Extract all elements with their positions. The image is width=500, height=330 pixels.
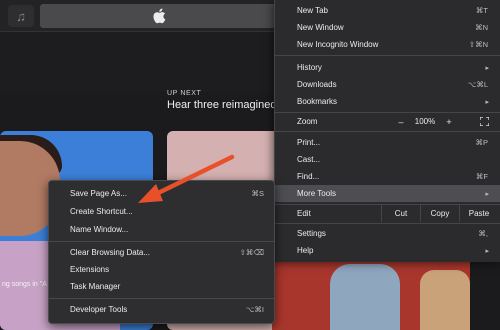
copy-button[interactable]: Copy — [420, 205, 459, 222]
zoom-out-button[interactable]: – — [391, 117, 411, 127]
menu-item-help[interactable]: Help ▸ — [275, 242, 500, 259]
menu-item-label: Edit — [297, 209, 311, 218]
submenu-item-shortcut: ⌥⌘I — [245, 305, 264, 314]
menu-item-print[interactable]: Print... ⌘P — [275, 134, 500, 151]
submenu-item-shortcut: ⇧⌘⌫ — [239, 248, 264, 257]
submenu-item-developer-tools[interactable]: Developer Tools ⌥⌘I — [49, 301, 274, 318]
menu-separator — [275, 131, 500, 132]
submenu-item-shortcut: ⌘S — [251, 189, 264, 198]
chevron-right-icon: ▸ — [485, 247, 489, 255]
chrome-main-menu: New Tab ⌘T New Window ⌘N New Incognito W… — [274, 0, 500, 262]
menu-item-cast[interactable]: Cast... — [275, 151, 500, 168]
menu-item-bookmarks[interactable]: Bookmarks ▸ — [275, 93, 500, 110]
more-tools-submenu: Save Page As... ⌘S Create Shortcut... Na… — [48, 180, 275, 324]
submenu-item-clear-browsing-data[interactable]: Clear Browsing Data... ⇧⌘⌫ — [49, 244, 274, 261]
menu-item-label: Bookmarks — [297, 97, 338, 106]
menu-item-shortcut: ⌘T — [475, 6, 488, 15]
up-next-title[interactable]: Hear three reimagined — [167, 99, 276, 111]
menu-item-zoom: Zoom – 100% + — [275, 113, 500, 130]
menu-item-label: New Tab — [297, 6, 328, 15]
menu-item-downloads[interactable]: Downloads ⌥⌘L — [275, 76, 500, 93]
menu-item-new-incognito-window[interactable]: New Incognito Window ⇧⌘N — [275, 36, 500, 53]
menu-item-label: More Tools — [297, 189, 336, 198]
menu-item-new-tab[interactable]: New Tab ⌘T — [275, 2, 500, 19]
up-next-label: UP NEXT — [167, 90, 202, 97]
paste-button[interactable]: Paste — [459, 205, 498, 222]
chevron-right-icon: ▸ — [485, 190, 489, 198]
submenu-item-label: Save Page As... — [70, 189, 127, 198]
submenu-item-extensions[interactable]: Extensions — [49, 261, 274, 278]
submenu-item-label: Developer Tools — [70, 305, 128, 314]
submenu-item-name-window[interactable]: Name Window... — [49, 221, 274, 238]
menu-item-edit: Edit Cut Copy Paste — [275, 205, 500, 222]
fullscreen-icon[interactable] — [480, 117, 489, 126]
submenu-item-label: Extensions — [70, 265, 110, 274]
chevron-right-icon: ▸ — [485, 64, 489, 72]
menu-separator — [275, 55, 500, 56]
artwork-figure — [330, 264, 400, 330]
now-playing-area[interactable] — [40, 4, 278, 28]
tile-caption: ng songs in "A — [2, 281, 47, 288]
music-note-icon[interactable]: ♫ — [8, 5, 34, 27]
submenu-item-label: Clear Browsing Data... — [70, 248, 151, 257]
menu-item-label: History — [297, 63, 322, 72]
menu-item-shortcut: ⌘N — [475, 23, 488, 32]
submenu-separator — [49, 241, 274, 242]
submenu-item-save-page-as[interactable]: Save Page As... ⌘S — [49, 185, 274, 202]
menu-item-label: Settings — [297, 229, 326, 238]
menu-item-shortcut: ⌘, — [478, 229, 488, 238]
edit-buttons: Cut Copy Paste — [381, 205, 498, 222]
submenu-item-label: Create Shortcut... — [70, 207, 133, 216]
menu-item-shortcut: ⌘P — [475, 138, 488, 147]
menu-item-label: Find... — [297, 172, 320, 181]
menu-item-settings[interactable]: Settings ⌘, — [275, 225, 500, 242]
menu-item-label: New Incognito Window — [297, 40, 379, 49]
menu-item-label: Help — [297, 246, 314, 255]
menu-item-shortcut: ⇧⌘N — [468, 40, 488, 49]
menu-item-more-tools[interactable]: More Tools ▸ — [275, 185, 500, 202]
menu-item-new-window[interactable]: New Window ⌘N — [275, 19, 500, 36]
menu-item-find[interactable]: Find... ⌘F — [275, 168, 500, 185]
submenu-separator — [49, 298, 274, 299]
cut-button[interactable]: Cut — [381, 205, 420, 222]
zoom-in-button[interactable]: + — [439, 117, 459, 127]
zoom-controls: – 100% + — [391, 113, 459, 130]
menu-item-label: Downloads — [297, 80, 337, 89]
menu-item-history[interactable]: History ▸ — [275, 59, 500, 76]
menu-separator — [275, 223, 500, 224]
menu-item-label: New Window — [297, 23, 344, 32]
menu-item-label: Print... — [297, 138, 321, 147]
menu-item-label: Zoom — [297, 117, 318, 126]
submenu-item-task-manager[interactable]: Task Manager — [49, 278, 274, 295]
zoom-level: 100% — [414, 117, 436, 126]
submenu-item-create-shortcut[interactable]: Create Shortcut... — [49, 203, 274, 220]
submenu-item-label: Task Manager — [70, 282, 121, 291]
menu-item-shortcut: ⌘F — [475, 172, 488, 181]
chevron-right-icon: ▸ — [485, 98, 489, 106]
submenu-item-label: Name Window... — [70, 225, 129, 234]
artwork-figure-2 — [420, 270, 470, 330]
menu-item-label: Cast... — [297, 155, 321, 164]
apple-logo-icon — [153, 8, 166, 24]
menu-item-shortcut: ⌥⌘L — [467, 80, 488, 89]
